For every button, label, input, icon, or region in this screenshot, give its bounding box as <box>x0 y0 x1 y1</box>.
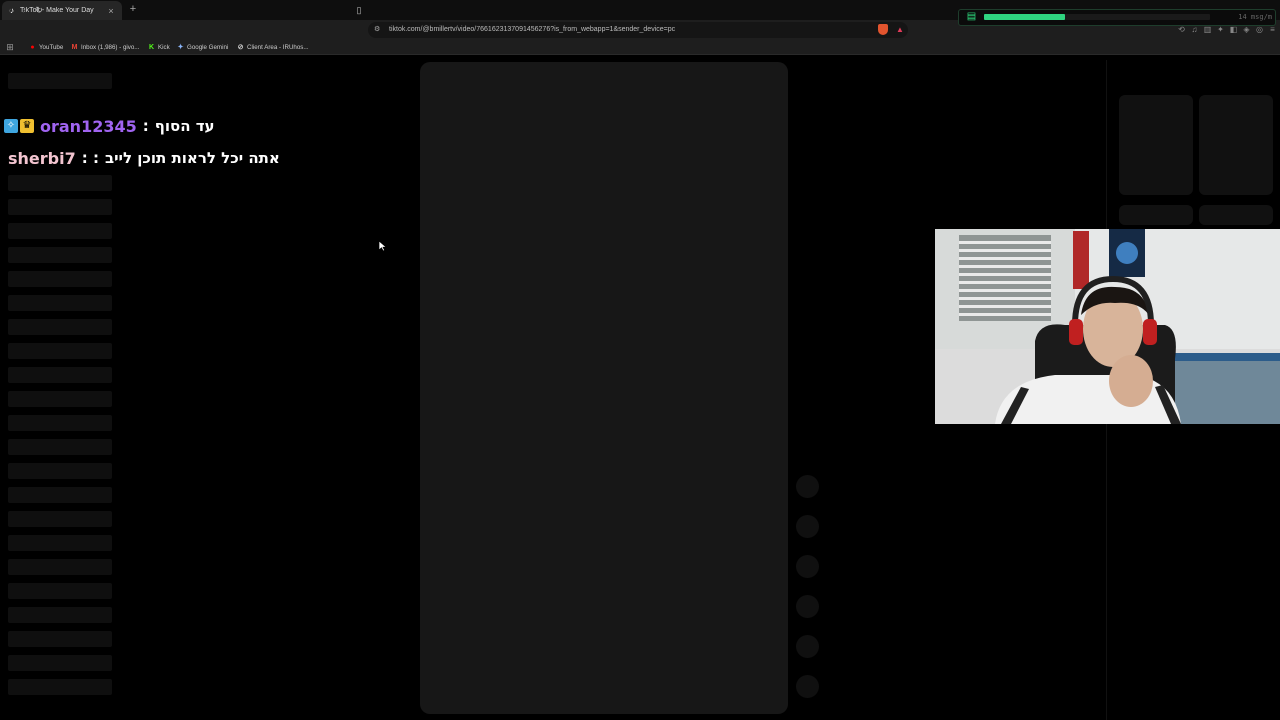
bookmark-kick[interactable]: K Kick <box>148 41 170 54</box>
brave-shields-icon[interactable] <box>878 24 888 35</box>
skeleton-item <box>8 679 112 695</box>
share-button[interactable] <box>796 595 819 618</box>
skeleton-item <box>8 631 112 647</box>
mouse-cursor-icon <box>378 240 388 252</box>
chat-message: ✧ ♛ oran12345 : עד הסוף <box>4 114 215 138</box>
chat-separator: : : <box>81 149 99 167</box>
skeleton-item <box>8 223 112 239</box>
skeleton-item <box>8 487 112 503</box>
more-button[interactable] <box>796 635 819 658</box>
bookmark-page-icon[interactable]: ▯ <box>353 3 365 17</box>
skeleton-item <box>8 415 112 431</box>
gemini-icon: ✦ <box>177 44 184 51</box>
skeleton-item <box>8 607 112 623</box>
forward-button[interactable]: › <box>17 3 31 17</box>
back-button[interactable]: ‹ <box>3 3 17 17</box>
chat-rate-label: 14 msg/m <box>1238 13 1272 21</box>
bookmark-button[interactable] <box>796 555 819 578</box>
skeleton-item <box>8 463 112 479</box>
site-info-icon[interactable]: ⚙ <box>374 23 384 37</box>
bookmark-label: Kick <box>158 44 170 51</box>
skeleton-item <box>8 559 112 575</box>
chat-message: sherbi7 : : אתה יכל לראות תוכן לייב <box>8 146 280 170</box>
bed <box>1165 359 1280 424</box>
skeleton-item <box>8 535 112 551</box>
chat-bubble-icon: ▤ <box>966 11 977 22</box>
bookmark-gmail[interactable]: M Inbox (1,986) - givo... <box>71 41 140 54</box>
bookmark-label: Google Gemini <box>187 44 229 51</box>
url-text[interactable]: tiktok.com/@bmillertv/video/766162313709… <box>389 23 859 37</box>
webcam-feed <box>935 229 1280 424</box>
skeleton-item <box>8 343 112 359</box>
kick-icon: K <box>148 44 155 51</box>
poster-red <box>1073 231 1089 289</box>
poster-art <box>1116 242 1138 264</box>
related-video-thumb[interactable] <box>1199 205 1273 225</box>
chat-rate-fill <box>984 14 1066 20</box>
bookmark-gemini[interactable]: ✦ Google Gemini <box>177 41 229 54</box>
comment-button[interactable] <box>796 515 819 538</box>
bookmark-label: YouTube <box>39 44 64 51</box>
bookmark-youtube[interactable]: ● YouTube <box>29 41 63 54</box>
chat-username: sherbi7 <box>8 148 76 168</box>
skeleton-item <box>8 439 112 455</box>
crown-badge-icon: ♛ <box>20 119 34 133</box>
related-video-thumb[interactable] <box>1119 205 1193 225</box>
client-area-icon: ⊘ <box>237 44 244 51</box>
pin-badge-icon: ✧ <box>4 119 18 133</box>
screen: ♪ TikTok - Make Your Day × + ‹ › ↻ ▯ ⚙ t… <box>0 0 1280 720</box>
chat-text: עד הסוף <box>154 117 215 135</box>
skeleton-item <box>8 583 112 599</box>
video-player-placeholder[interactable] <box>420 62 788 714</box>
related-video-thumb[interactable] <box>1199 95 1273 195</box>
skeleton-item <box>8 511 112 527</box>
skeleton-item <box>8 247 112 263</box>
chat-username: oran12345 <box>40 116 137 136</box>
skeleton-item <box>8 199 112 215</box>
headset-earcup <box>1069 319 1083 345</box>
skeleton-item <box>8 391 112 407</box>
related-video-thumb[interactable] <box>1119 95 1193 195</box>
scroll-down-button[interactable] <box>796 675 819 698</box>
bed-stripe <box>1165 353 1280 361</box>
apps-icon[interactable]: ⊞ <box>5 42 15 52</box>
bookmark-label: Inbox (1,986) - givo... <box>81 44 140 51</box>
chat-separator: : <box>142 117 149 135</box>
skeleton-item <box>8 367 112 383</box>
bookmark-label: Client Area - IRUhos... <box>247 44 309 51</box>
skeleton-item <box>8 655 112 671</box>
chat-rate-meter <box>984 14 1210 20</box>
skeleton-item <box>8 295 112 311</box>
headset-earcup <box>1143 319 1157 345</box>
skeleton-item <box>8 73 112 89</box>
like-button[interactable] <box>796 475 819 498</box>
reload-button[interactable]: ↻ <box>32 3 46 17</box>
window-blinds <box>959 235 1051 321</box>
skeleton-item <box>8 175 112 191</box>
new-tab-button[interactable]: + <box>127 3 139 15</box>
skeleton-item <box>8 319 112 335</box>
youtube-icon: ● <box>30 44 35 51</box>
bookmark-client-area[interactable]: ⊘ Client Area - IRUhos... <box>237 41 309 54</box>
hand <box>1109 355 1153 407</box>
gmail-icon: M <box>71 44 78 51</box>
skeleton-item <box>8 271 112 287</box>
brave-rewards-icon[interactable]: ▲ <box>895 24 905 35</box>
close-tab-icon[interactable]: × <box>106 6 116 16</box>
chat-text: אתה יכל לראות תוכן לייב <box>104 149 280 167</box>
